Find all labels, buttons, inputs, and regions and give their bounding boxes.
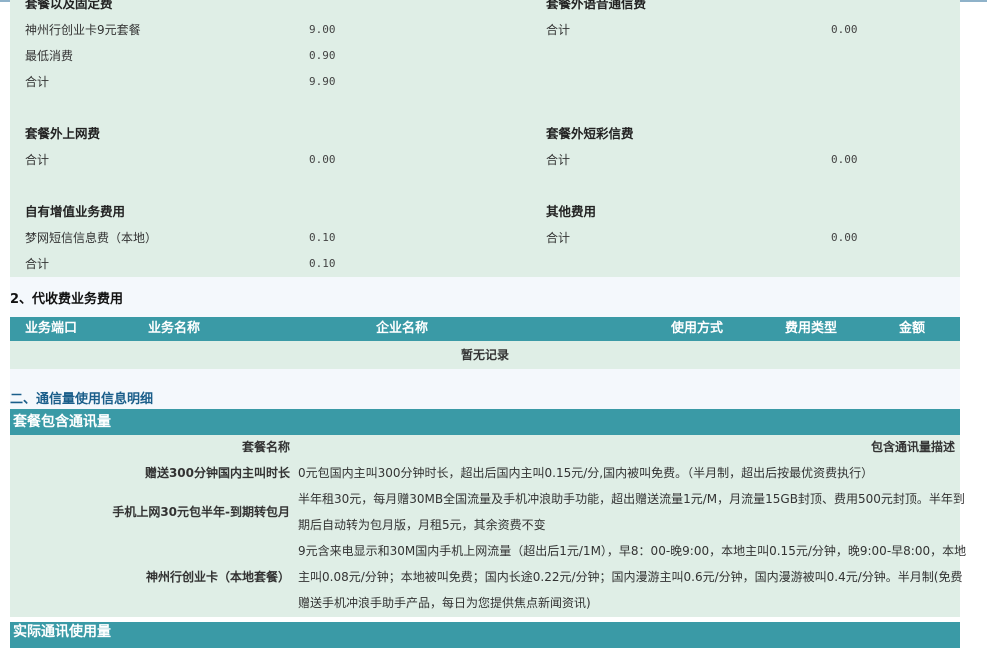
fee-total-label: 合计 <box>546 23 571 37</box>
fee-amount: 9.00 <box>309 23 336 36</box>
fee-label: 最低消费 <box>25 49 74 63</box>
fee-amount: 0.90 <box>309 49 336 62</box>
column-header-usage-mode: 使用方式 <box>671 321 724 336</box>
column-header-port: 业务端口 <box>25 321 78 336</box>
fee-total-label: 合计 <box>25 153 50 167</box>
actual-usage-title: 实际通讯使用量 <box>13 624 111 640</box>
fee-total-label: 合计 <box>546 153 571 167</box>
package-description: 半年租30元，每月赠30MB全国流量及手机冲浪助手功能，超出赠送流量1元/M，月… <box>298 492 965 532</box>
column-header-company-name: 企业名称 <box>376 321 429 336</box>
section-title-other: 其他费用 <box>546 204 597 219</box>
actual-usage-bar: 实际通讯使用量 <box>10 622 960 648</box>
fee-total-label: 合计 <box>25 257 50 271</box>
column-header-package-name: 套餐名称 <box>241 440 290 454</box>
section-title-extra-sms: 套餐外短彩信费 <box>546 126 634 141</box>
agency-heading: 2、代收费业务费用 <box>10 292 124 307</box>
fee-amount: 0.10 <box>309 231 336 244</box>
fee-total-amount: 0.00 <box>309 153 336 166</box>
section-title-package-fixed: 套餐以及固定费 <box>25 0 113 11</box>
fee-total-amount: 0.10 <box>309 257 336 270</box>
column-header-amount: 金额 <box>899 321 926 336</box>
package-description: 0元包国内主叫300分钟时长，超出后国内主叫0.15元/分,国内被叫免费。（半月… <box>298 466 874 480</box>
fee-total-amount: 0.00 <box>831 231 858 244</box>
section-title-extra-internet: 套餐外上网费 <box>25 126 101 141</box>
fee-total-label: 合计 <box>25 75 50 89</box>
column-header-package-desc: 包含通讯量描述 <box>870 440 955 454</box>
fee-total-amount: 9.90 <box>309 75 336 88</box>
fee-total-amount: 0.00 <box>831 23 858 36</box>
fee-label: 神州行创业卡9元套餐 <box>25 23 141 37</box>
included-traffic-table: 套餐名称 包含通讯量描述 赠送300分钟国内主叫时长 0元包国内主叫300分钟时… <box>10 435 966 617</box>
package-description: 9元含来电显示和30M国内手机上网流量（超出后1元/1M），早8：00-晚9:0… <box>298 544 967 610</box>
agency-empty-row: 暂无记录 <box>10 341 960 369</box>
fee-label: 梦网短信信息费（本地） <box>25 231 158 245</box>
package-name: 神州行创业卡（本地套餐） <box>145 570 290 584</box>
section-title-value-added: 自有增值业务费用 <box>25 204 126 219</box>
fee-summary-panel: 套餐以及固定费 神州行创业卡9元套餐 9.00 最低消费 0.90 合计 9.9… <box>10 0 960 277</box>
usage-heading: 二、通信量使用信息明细 <box>10 392 154 407</box>
package-name: 赠送300分钟国内主叫时长 <box>144 466 290 480</box>
section-title-extra-voice: 套餐外语音通信费 <box>546 0 647 11</box>
fee-total-amount: 0.00 <box>831 153 858 166</box>
included-traffic-title: 套餐包含通讯量 <box>13 414 111 430</box>
included-traffic-bar: 套餐包含通讯量 <box>10 409 960 435</box>
empty-record-text: 暂无记录 <box>460 348 509 362</box>
agency-table-header: 业务端口 业务名称 企业名称 使用方式 费用类型 金额 <box>10 317 960 341</box>
column-header-fee-type: 费用类型 <box>785 321 838 336</box>
column-header-service-name: 业务名称 <box>148 321 201 336</box>
fee-total-label: 合计 <box>546 231 571 245</box>
package-name: 手机上网30元包半年-到期转包月 <box>112 505 290 519</box>
agency-heading-band <box>10 277 960 317</box>
